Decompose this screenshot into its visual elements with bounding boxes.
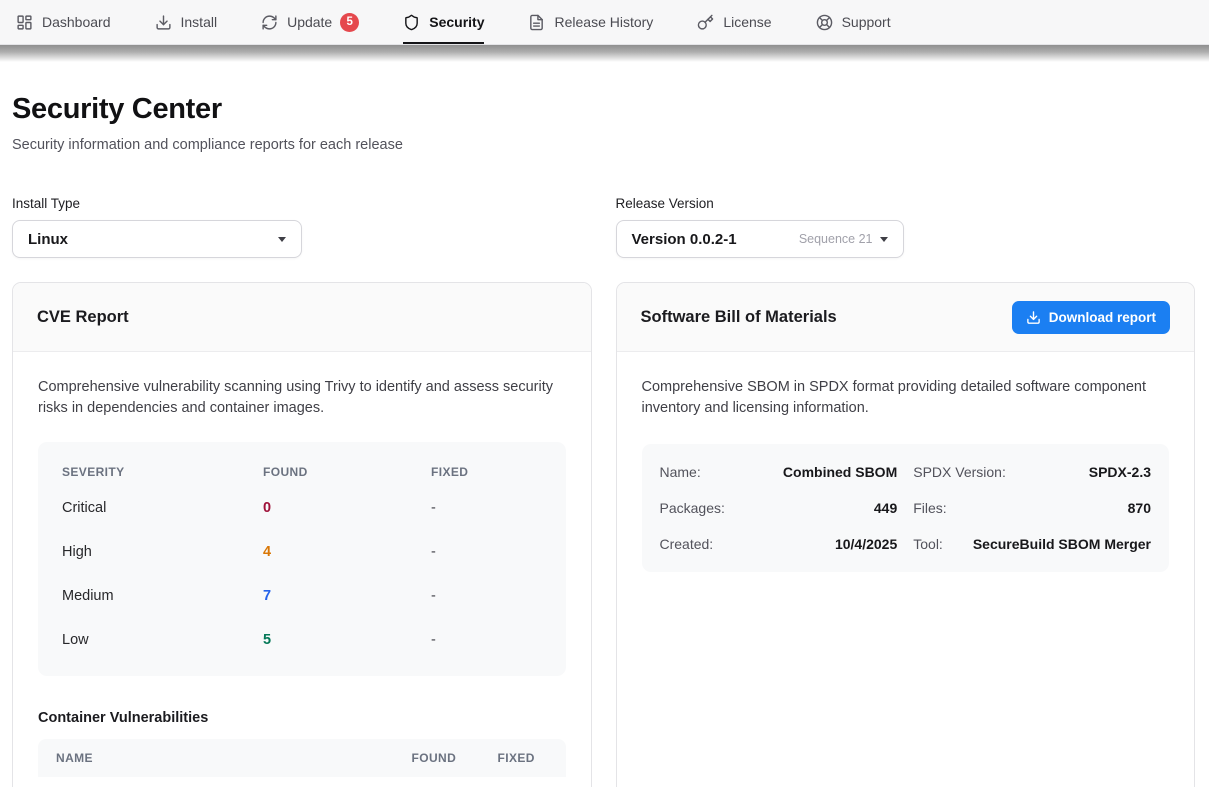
fixed-count: - [431, 588, 542, 604]
nav-tab-label: Release History [554, 14, 653, 30]
header-shadow-band [0, 45, 1209, 62]
fixed-col-header: FIXED [431, 465, 542, 479]
fixed-col-header: FIXED [498, 751, 548, 765]
detail-value: Combined SBOM [783, 464, 897, 480]
install-type-filter: Install Type Linux [12, 196, 592, 258]
detail-label: Files: [913, 500, 946, 516]
download-icon [1026, 310, 1041, 325]
sbom-details: Name: Combined SBOM SPDX Version: SPDX-2… [642, 444, 1170, 572]
nav-tab-support[interactable]: Support [816, 0, 891, 44]
sbom-detail-packages: Packages: 449 [660, 490, 898, 526]
cve-report-description: Comprehensive vulnerability scanning usi… [38, 377, 566, 419]
nav-tab-install[interactable]: Install [155, 0, 218, 44]
sbom-card: Software Bill of Materials Download repo… [616, 282, 1196, 787]
sbom-title: Software Bill of Materials [641, 308, 837, 327]
download-report-button[interactable]: Download report [1012, 301, 1170, 334]
nav-tab-dashboard[interactable]: Dashboard [16, 0, 111, 44]
release-version-value: Version 0.0.2-1 [632, 231, 737, 248]
chevron-down-icon [278, 237, 286, 242]
detail-value: 870 [1128, 500, 1151, 516]
refresh-icon [261, 14, 278, 31]
life-buoy-icon [816, 14, 833, 31]
detail-value: 10/4/2025 [835, 536, 897, 552]
name-col-header: NAME [56, 751, 388, 765]
sbom-detail-spdx-version: SPDX Version: SPDX-2.3 [913, 454, 1151, 490]
filters-row: Install Type Linux Release Version Versi… [12, 196, 1195, 258]
severity-table-header: SEVERITY FOUND FIXED [38, 458, 566, 486]
found-count: 7 [263, 588, 431, 604]
cve-report-card: CVE Report Comprehensive vulnerability s… [12, 282, 592, 787]
key-icon [697, 14, 714, 31]
table-row: High 4 - [38, 530, 566, 574]
detail-label: Name: [660, 464, 701, 480]
cve-report-header: CVE Report [13, 283, 591, 352]
release-sequence-text: Sequence 21 [799, 232, 873, 246]
fixed-count: - [431, 544, 542, 560]
nav-tab-label: Support [842, 14, 891, 30]
table-row: Critical 0 - [38, 486, 566, 530]
release-version-label: Release Version [616, 196, 1196, 211]
shield-icon [403, 14, 420, 31]
detail-label: SPDX Version: [913, 464, 1006, 480]
found-col-header: FOUND [412, 751, 474, 765]
page-title: Security Center [12, 93, 1195, 126]
detail-label: Tool: [913, 536, 943, 552]
fixed-count: - [431, 500, 542, 516]
update-count-badge: 5 [340, 13, 359, 32]
download-report-label: Download report [1049, 310, 1156, 325]
cve-report-title: CVE Report [37, 308, 129, 327]
nav-tab-license[interactable]: License [697, 0, 771, 44]
release-version-filter: Release Version Version 0.0.2-1 Sequence… [616, 196, 1196, 258]
container-vulnerabilities-header: NAME FOUND FIXED [38, 739, 566, 777]
nav-tab-label: Dashboard [42, 14, 111, 30]
sbom-detail-files: Files: 870 [913, 490, 1151, 526]
severity-table: SEVERITY FOUND FIXED Critical 0 - High 4… [38, 442, 566, 676]
severity-label: Low [62, 632, 263, 648]
install-type-select[interactable]: Linux [12, 220, 302, 258]
found-col-header: FOUND [263, 465, 431, 479]
found-count: 0 [263, 500, 431, 516]
top-nav: Dashboard Install Update 5 Security Rele… [0, 0, 1209, 45]
severity-label: Critical [62, 500, 263, 516]
sbom-detail-name: Name: Combined SBOM [660, 454, 898, 490]
table-row: Low 5 - [38, 618, 566, 662]
sbom-header: Software Bill of Materials Download repo… [617, 283, 1195, 352]
nav-tab-security[interactable]: Security [403, 0, 484, 44]
sbom-description: Comprehensive SBOM in SPDX format provid… [642, 377, 1170, 419]
sbom-detail-tool: Tool: SecureBuild SBOM Merger [913, 526, 1151, 562]
found-count: 4 [263, 544, 431, 560]
nav-tab-update[interactable]: Update 5 [261, 0, 359, 44]
nav-tab-label: Update [287, 14, 332, 30]
file-text-icon [528, 14, 545, 31]
table-row: Medium 7 - [38, 574, 566, 618]
nav-tab-label: Install [181, 14, 218, 30]
detail-label: Created: [660, 536, 714, 552]
install-type-label: Install Type [12, 196, 592, 211]
download-icon [155, 14, 172, 31]
severity-label: High [62, 544, 263, 560]
nav-tab-label: Security [429, 14, 484, 30]
page-subtitle: Security information and compliance repo… [12, 137, 1195, 153]
dashboard-icon [16, 14, 33, 31]
detail-value: SecureBuild SBOM Merger [973, 536, 1151, 552]
chevron-down-icon [880, 237, 888, 242]
release-version-select[interactable]: Version 0.0.2-1 Sequence 21 [616, 220, 904, 258]
detail-value: SPDX-2.3 [1089, 464, 1151, 480]
detail-value: 449 [874, 500, 897, 516]
container-vulnerabilities-title: Container Vulnerabilities [38, 710, 566, 726]
found-count: 5 [263, 632, 431, 648]
sbom-detail-created: Created: 10/4/2025 [660, 526, 898, 562]
detail-label: Packages: [660, 500, 725, 516]
severity-label: Medium [62, 588, 263, 604]
fixed-count: - [431, 632, 542, 648]
nav-tab-label: License [723, 14, 771, 30]
severity-col-header: SEVERITY [62, 465, 263, 479]
install-type-value: Linux [28, 231, 68, 248]
nav-tab-release-history[interactable]: Release History [528, 0, 653, 44]
